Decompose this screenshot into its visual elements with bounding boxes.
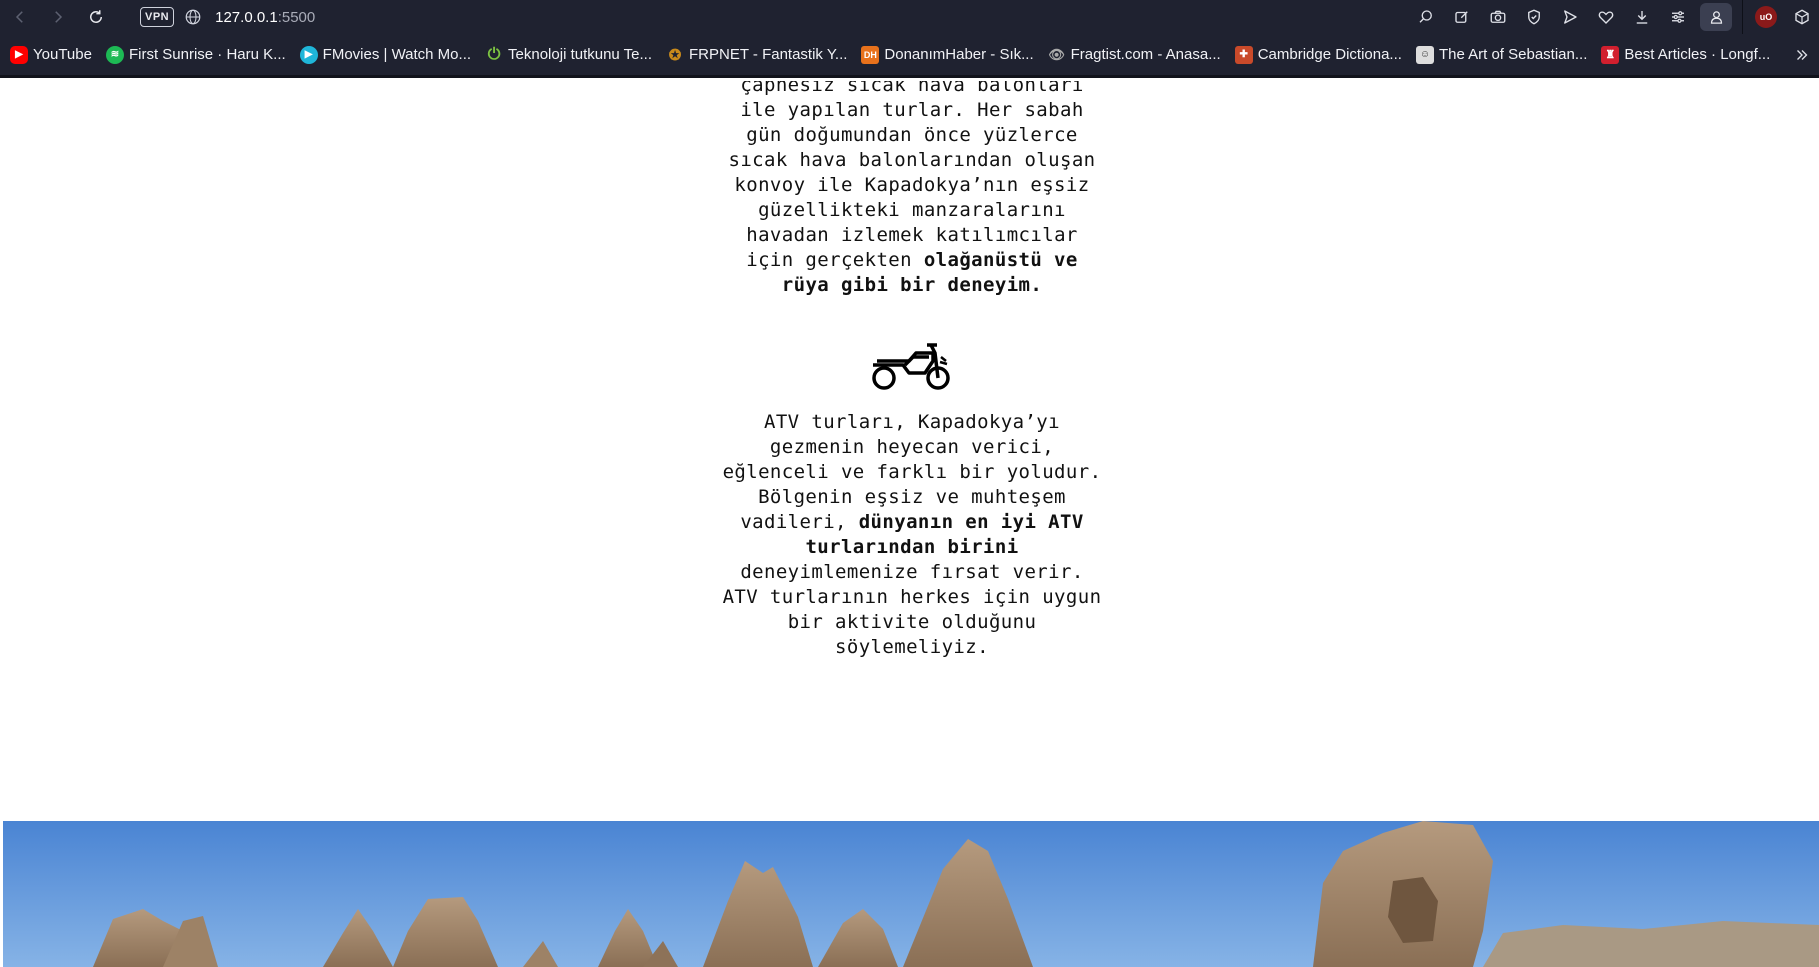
- snapshot-button[interactable]: [1480, 2, 1516, 32]
- text-line: eğlenceli ve farklı bir yoludur.: [722, 461, 1102, 483]
- bookmark-label: Teknoloji tutkunu Te...: [508, 46, 653, 63]
- bookmark-fmovies[interactable]: ▶ FMovies | Watch Mo...: [299, 45, 472, 64]
- edit-button[interactable]: [1444, 2, 1480, 32]
- text-line: turlarından birini: [720, 535, 1104, 560]
- browser-toolbar: VPN 127.0.0.1:5500 uO: [0, 0, 1819, 34]
- forward-button[interactable]: [44, 3, 72, 31]
- back-button[interactable]: [6, 3, 34, 31]
- youtube-icon: ▶: [10, 45, 28, 64]
- bookmark-label: Cambridge Dictiona...: [1257, 46, 1402, 63]
- address-bar[interactable]: 127.0.0.1:5500: [215, 9, 315, 26]
- bookmark-label: FMovies | Watch Mo...: [322, 46, 472, 63]
- dh-icon: DH: [861, 45, 880, 64]
- search-in-page-button[interactable]: [1408, 2, 1444, 32]
- search-in-page-icon: [1419, 10, 1432, 23]
- bookmark-teknoloji[interactable]: ⏻ Teknoloji tutkunu Te...: [485, 46, 652, 64]
- url-port: :5500: [277, 8, 316, 26]
- favorites-button[interactable]: [1588, 2, 1624, 32]
- text-fragment: için gerçekten: [746, 249, 924, 271]
- toolbar-divider: [1742, 0, 1743, 34]
- text-line: bir aktivite olduğunu: [787, 611, 1037, 633]
- heart-icon: [1598, 11, 1614, 24]
- bookmark-sebastian[interactable]: ☺ The Art of Sebastian...: [1415, 45, 1588, 64]
- tracker-blocker-button[interactable]: [1516, 2, 1552, 32]
- bookmark-longform[interactable]: ♜ Best Articles · Longf...: [1601, 45, 1771, 64]
- text-line: konvoy ile Kapadokya’nın eşsiz: [734, 174, 1090, 196]
- emphasis-text: dünyanın en iyi ATV: [858, 511, 1084, 533]
- text-line: ATV turlarının herkes için uygun: [722, 586, 1102, 608]
- vpn-badge[interactable]: VPN: [140, 7, 175, 27]
- text-line: çapnesız sıcak hava balonları: [740, 81, 1084, 96]
- bookmark-label: Fragtist.com - Anasa...: [1070, 46, 1221, 63]
- text-line: için gerçekten olağanüstü ve: [720, 248, 1104, 273]
- bookmark-frpnet[interactable]: ✪ FRPNET - Fantastik Y...: [666, 46, 848, 64]
- bookmark-spotify[interactable]: ≋ First Sunrise · Haru K...: [105, 45, 286, 64]
- text-line: havadan izlemek katılımcılar: [746, 224, 1078, 246]
- extensions-cube-icon: [1795, 9, 1809, 25]
- frpnet-icon: ✪: [668, 46, 682, 64]
- text-line: rüya gibi bir deneyim.: [720, 273, 1104, 298]
- bookmarks-bar: ▶ YouTube ≋ First Sunrise · Haru K... ▶ …: [0, 34, 1819, 78]
- text-line: ATV turları, Kapadokya’yı: [764, 411, 1060, 433]
- bookmark-donanimhaber[interactable]: DH DonanımHaber - Sık...: [861, 45, 1034, 64]
- text-fragment: vadileri,: [740, 511, 859, 533]
- download-icon: [1636, 11, 1648, 24]
- emphasis-text: olağanüstü ve: [923, 249, 1078, 271]
- downloads-button[interactable]: [1624, 2, 1660, 32]
- shield-check-icon: [1528, 9, 1540, 25]
- reload-icon: [90, 10, 102, 23]
- sebastian-icon: ☺: [1415, 45, 1434, 64]
- bookmark-label: First Sunrise · Haru K...: [128, 46, 286, 63]
- fairy-chimneys-image: [3, 821, 1819, 967]
- text-line: deneyimlemenize fırsat verir.: [740, 561, 1084, 583]
- bookmark-label: DonanımHaber - Sık...: [884, 46, 1034, 63]
- balloon-tour-paragraph: çapnesız sıcak hava balonları ile yapıla…: [720, 81, 1104, 298]
- bookmark-label: The Art of Sebastian...: [1438, 46, 1588, 63]
- fmovies-icon: ▶: [299, 45, 318, 64]
- bookmark-cambridge[interactable]: ✚ Cambridge Dictiona...: [1234, 45, 1402, 64]
- chevron-double-right-icon[interactable]: [1793, 46, 1811, 64]
- motorcycle-icon: [872, 343, 950, 390]
- text-line: Bölgenin eşsiz ve muhteşem: [758, 486, 1066, 508]
- emphasis-text: turlarından birini: [805, 536, 1019, 558]
- extensions-button[interactable]: [1789, 2, 1815, 32]
- bookmark-label: FRPNET - Fantastik Y...: [689, 46, 848, 63]
- bookmark-label: YouTube: [33, 46, 92, 63]
- spotify-icon: ≋: [105, 45, 124, 64]
- forward-arrow-icon: [55, 11, 63, 23]
- url-host: 127.0.0.1: [215, 8, 278, 26]
- text-line: gezmenin heyecan verici,: [769, 436, 1055, 458]
- longform-icon: ♜: [1601, 45, 1620, 64]
- toolbar-right-group: uO: [1408, 0, 1819, 34]
- back-arrow-icon: [15, 11, 23, 23]
- profile-icon: [1710, 10, 1722, 24]
- text-line: sıcak hava balonlarından oluşan: [728, 149, 1096, 171]
- text-line: vadileri, dünyanın en iyi ATV: [720, 510, 1104, 535]
- text-line: gün doğumundan önce yüzlerce: [746, 124, 1078, 146]
- easy-setup-button[interactable]: [1660, 2, 1696, 32]
- emphasis-text: rüya gibi bir deneyim.: [781, 274, 1043, 296]
- text-line: güzellikteki manzaralarını: [758, 199, 1066, 221]
- text-line: söylemeliyiz.: [835, 636, 989, 658]
- edit-icon: [1455, 11, 1468, 23]
- atv-tour-paragraph: ATV turları, Kapadokya’yı gezmenin heyec…: [720, 410, 1104, 660]
- bookmark-youtube[interactable]: ▶ YouTube: [10, 45, 92, 64]
- send-icon: [1564, 10, 1577, 24]
- bookmark-label: Best Articles · Longf...: [1624, 46, 1771, 63]
- fragtist-icon: 👁: [1048, 46, 1065, 62]
- camera-icon: [1490, 10, 1506, 23]
- reload-button[interactable]: [82, 3, 110, 31]
- easy-setup-icon: [1672, 11, 1684, 23]
- ublock-icon[interactable]: uO: [1755, 6, 1777, 28]
- page-viewport: çapnesız sıcak hava balonları ile yapıla…: [0, 81, 1819, 967]
- bookmark-fragtist[interactable]: 👁 Fragtist.com - Anasa...: [1048, 46, 1221, 64]
- profile-button[interactable]: [1700, 3, 1732, 31]
- globe-icon: [185, 9, 201, 25]
- flow-button[interactable]: [1552, 2, 1588, 32]
- power-icon: ⏻: [487, 45, 501, 63]
- text-line: ile yapılan turlar. Her sabah: [740, 99, 1084, 121]
- cambridge-icon: ✚: [1234, 45, 1253, 64]
